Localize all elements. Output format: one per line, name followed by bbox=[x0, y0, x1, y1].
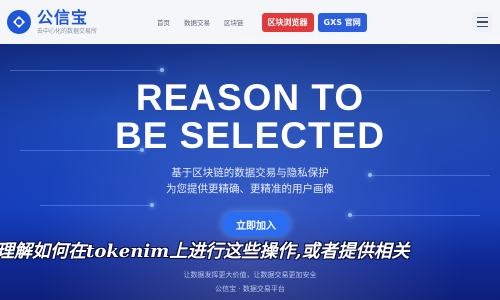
main-nav: 首页 数据交易 区块链 区块浏览器 GXS 官网 bbox=[157, 12, 367, 32]
gxs-site-button[interactable]: GXS 官网 bbox=[317, 12, 367, 32]
block-explorer-button[interactable]: 区块浏览器 bbox=[261, 12, 314, 32]
circuit-dot bbox=[150, 203, 154, 207]
menu-icon[interactable] bbox=[472, 12, 492, 32]
nav-item-home[interactable]: 首页 bbox=[157, 17, 170, 27]
overlay-title: 理解如何在tokenim上进行这些操作,或者提供相关 bbox=[0, 238, 500, 266]
circuit-line bbox=[40, 205, 150, 206]
hero-title-line1: REASON TO bbox=[135, 77, 365, 118]
hero-subtitle-line2: 为您提供更精确、更精准的用户画像 bbox=[166, 183, 334, 195]
overlay-title-text: 理解如何在tokenim上进行这些操作,或者提供相关 bbox=[0, 241, 410, 262]
hero-subtitle-line1: 基于区块链的数据交易与隐私保护 bbox=[171, 167, 329, 179]
page-root: 公信宝 去中心化的数据交易所 首页 数据交易 区块链 区块浏览器 GXS 官网 … bbox=[0, 0, 500, 300]
logo-mark-icon bbox=[7, 10, 31, 34]
nav-item-data-trade[interactable]: 数据交易 bbox=[184, 17, 210, 27]
hero-title-line2: BE SELECTED bbox=[114, 115, 386, 156]
circuit-line bbox=[350, 215, 480, 216]
circuit-line bbox=[10, 70, 160, 71]
nav-item-blockchain[interactable]: 区块链 bbox=[224, 17, 244, 27]
site-header: 公信宝 去中心化的数据交易所 首页 数据交易 区块链 区块浏览器 GXS 官网 bbox=[0, 0, 500, 44]
menu-icon-bar bbox=[476, 21, 488, 23]
logo-name: 公信宝 bbox=[37, 7, 89, 27]
join-now-button[interactable]: 立即加入 bbox=[222, 212, 290, 236]
logo[interactable]: 公信宝 去中心化的数据交易所 bbox=[6, 9, 97, 35]
footer-line2: 公信宝 · 数据交易平台 bbox=[215, 285, 285, 293]
circuit-dot bbox=[160, 68, 164, 72]
logo-slogan: 去中心化的数据交易所 bbox=[37, 27, 98, 35]
footer-line1: 让数据发挥更大价值，让数据交易更加安全 bbox=[183, 271, 317, 279]
logo-text: 公信宝 去中心化的数据交易所 bbox=[37, 7, 98, 35]
menu-icon-bar bbox=[476, 16, 488, 19]
circuit-dot bbox=[348, 213, 352, 217]
menu-icon-bar bbox=[476, 25, 488, 28]
